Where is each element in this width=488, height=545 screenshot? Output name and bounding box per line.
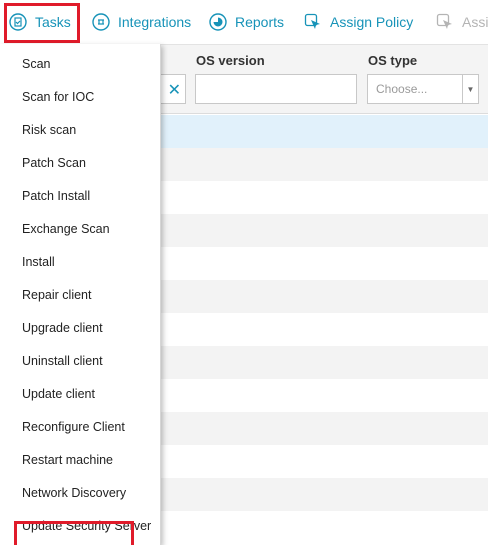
- column-header-os-type[interactable]: OS type: [368, 53, 417, 68]
- os-type-placeholder: Choose...: [376, 82, 428, 96]
- menu-item-uninstall-client[interactable]: Uninstall client: [0, 345, 160, 378]
- cursor-policy-icon: [304, 13, 322, 31]
- pie-chart-icon: [209, 13, 227, 31]
- assign-policy-button[interactable]: Assign Policy: [304, 0, 413, 44]
- menu-item-risk-scan[interactable]: Risk scan: [0, 114, 160, 147]
- menu-item-patch-scan[interactable]: Patch Scan: [0, 147, 160, 180]
- tasks-button[interactable]: Tasks: [9, 0, 71, 44]
- menu-item-update-security-server[interactable]: Update Security Server: [0, 510, 160, 543]
- menu-item-exchange-scan[interactable]: Exchange Scan: [0, 213, 160, 246]
- menu-item-scan-for-ioc[interactable]: Scan for IOC: [0, 81, 160, 114]
- tasks-dropdown-menu: Scan Scan for IOC Risk scan Patch Scan P…: [0, 44, 161, 545]
- menu-item-upgrade-client[interactable]: Upgrade client: [0, 312, 160, 345]
- assign-secondary-button[interactable]: Assi: [436, 0, 488, 44]
- assign-policy-label: Assign Policy: [330, 14, 414, 30]
- reports-button[interactable]: Reports: [209, 0, 284, 44]
- menu-item-repair-client[interactable]: Repair client: [0, 279, 160, 312]
- integrations-label: Integrations: [118, 14, 192, 30]
- menu-item-scan[interactable]: Scan: [0, 48, 160, 81]
- integrations-button[interactable]: Integrations: [92, 0, 191, 44]
- clipboard-check-icon: [9, 13, 27, 31]
- tasks-label: Tasks: [35, 14, 71, 30]
- cursor-policy-disabled-icon: [436, 13, 454, 31]
- integrations-icon: [92, 13, 110, 31]
- reports-label: Reports: [235, 14, 285, 30]
- menu-item-install[interactable]: Install: [0, 246, 160, 279]
- menu-item-restart-machine[interactable]: Restart machine: [0, 444, 160, 477]
- clear-filter-icon[interactable]: ✕: [168, 80, 181, 100]
- menu-item-patch-install[interactable]: Patch Install: [0, 180, 160, 213]
- column-header-os-version[interactable]: OS version: [196, 53, 265, 68]
- os-type-filter-select[interactable]: Choose... ▼: [367, 74, 479, 104]
- menu-item-update-client[interactable]: Update client: [0, 378, 160, 411]
- os-version-filter-input[interactable]: [195, 74, 357, 104]
- menu-item-network-discovery[interactable]: Network Discovery: [0, 477, 160, 510]
- menu-item-reconfigure-client[interactable]: Reconfigure Client: [0, 411, 160, 444]
- top-toolbar: Tasks Integrations Reports Assign Policy…: [0, 0, 488, 44]
- assign-secondary-label: Assi: [462, 14, 488, 30]
- chevron-down-icon[interactable]: ▼: [462, 75, 478, 103]
